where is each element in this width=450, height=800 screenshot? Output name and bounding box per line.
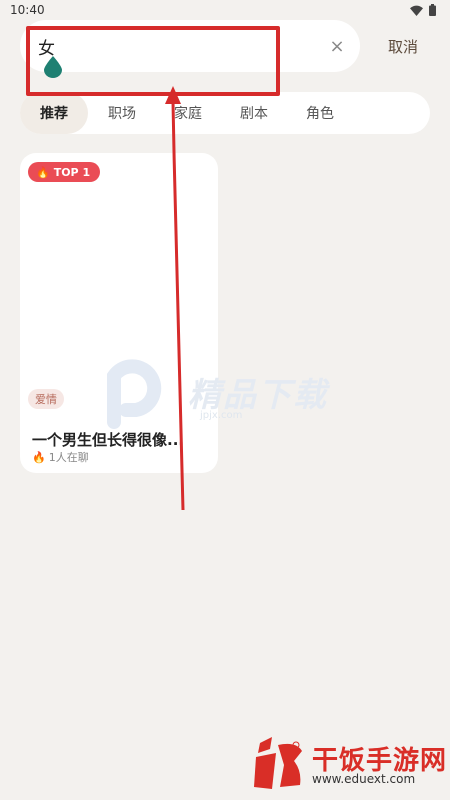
- brand-url: www.eduext.com: [312, 772, 416, 786]
- annotation-arrow-icon: [165, 86, 185, 511]
- brand-logo-icon: [254, 737, 302, 789]
